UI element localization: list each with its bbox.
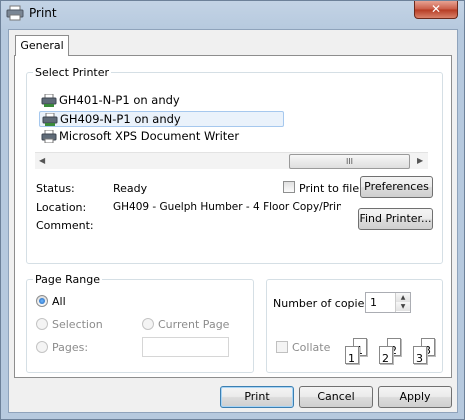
print-dialog: Print ✕ General Select Printer GH401-N-P… [0, 0, 465, 420]
select-printer-label: Select Printer [33, 66, 112, 79]
printer-icon [41, 130, 57, 143]
printer-item-gh409[interactable]: GH409-N-P1 on andy [39, 111, 284, 127]
title-bar: Print ✕ [1, 1, 464, 27]
grip-icon: III [345, 157, 354, 166]
pages-label: Pages: [52, 341, 89, 354]
pages-input[interactable] [142, 337, 229, 357]
selection-label: Selection [52, 318, 103, 331]
find-printer-button[interactable]: Find Printer... [358, 208, 433, 230]
horizontal-scrollbar[interactable]: ◀ III ▶ [35, 152, 428, 169]
page-range-label: Page Range [33, 273, 102, 286]
printer-icon [6, 5, 24, 21]
all-radio[interactable] [36, 295, 48, 307]
tab-general-label: General [20, 39, 64, 52]
cancel-button[interactable]: Cancel [299, 386, 373, 408]
window-title: Print [29, 6, 57, 20]
scrollbar-thumb[interactable]: III [289, 154, 410, 169]
pages-radio[interactable] [36, 341, 48, 353]
general-panel: Select Printer GH401-N-P1 on andy GH409-… [14, 55, 452, 378]
page-stack-icon: 2 [379, 346, 393, 365]
selection-radio[interactable] [36, 318, 48, 330]
collate-checkbox[interactable] [276, 341, 288, 353]
close-button[interactable]: ✕ [414, 1, 458, 19]
location-label: Location: [36, 201, 87, 214]
current-page-radio[interactable] [142, 318, 154, 330]
copies-label: Number of copies: [273, 297, 374, 310]
printer-name: GH409-N-P1 on andy [60, 112, 181, 126]
page-stack-icon: 3 [413, 346, 427, 365]
page-range-group: Page Range All Selection Current Page Pa… [26, 273, 254, 373]
copies-group: Number of copies: 1 ▲ ▼ Collate 1 1 2 2 … [266, 279, 443, 373]
dialog-body: General Select Printer GH401-N-P1 on and… [8, 29, 458, 413]
copies-stepper[interactable]: ▲ ▼ [395, 293, 410, 312]
print-to-file-label: Print to file [299, 182, 360, 195]
spin-up-icon[interactable]: ▲ [396, 293, 410, 302]
copies-value: 1 [370, 296, 377, 309]
copies-input[interactable]: 1 ▲ ▼ [365, 292, 411, 313]
printer-name: Microsoft XPS Document Writer [59, 129, 240, 143]
collate-label: Collate [292, 341, 331, 354]
all-label: All [52, 295, 66, 308]
network-printer-icon [41, 94, 57, 107]
close-icon: ✕ [430, 2, 442, 16]
network-printer-icon [42, 113, 58, 126]
comment-label: Comment: [36, 219, 94, 232]
status-value: Ready [113, 182, 148, 195]
printer-name: GH401-N-P1 on andy [59, 93, 180, 107]
page-stack-icon: 1 [345, 346, 359, 365]
printer-item-xps[interactable]: Microsoft XPS Document Writer [39, 129, 299, 145]
scroll-left-icon[interactable]: ◀ [39, 156, 45, 165]
location-value: GH409 - Guelph Humber - 4 Floor Copy/Pri… [113, 201, 341, 213]
tab-general[interactable]: General [15, 35, 69, 56]
printer-item-gh401[interactable]: GH401-N-P1 on andy [39, 93, 284, 109]
current-page-label: Current Page [158, 318, 230, 331]
select-printer-group: Select Printer GH401-N-P1 on andy GH409-… [26, 66, 443, 264]
preferences-button[interactable]: Preferences [360, 176, 433, 198]
print-to-file-checkbox[interactable] [283, 181, 295, 193]
apply-button[interactable]: Apply [378, 386, 452, 408]
spin-down-icon[interactable]: ▼ [396, 302, 410, 311]
scroll-right-icon[interactable]: ▶ [417, 156, 423, 165]
print-button[interactable]: Print [220, 386, 294, 408]
printer-list[interactable]: GH401-N-P1 on andy GH409-N-P1 on andy Mi… [34, 90, 428, 170]
status-label: Status: [36, 182, 75, 195]
